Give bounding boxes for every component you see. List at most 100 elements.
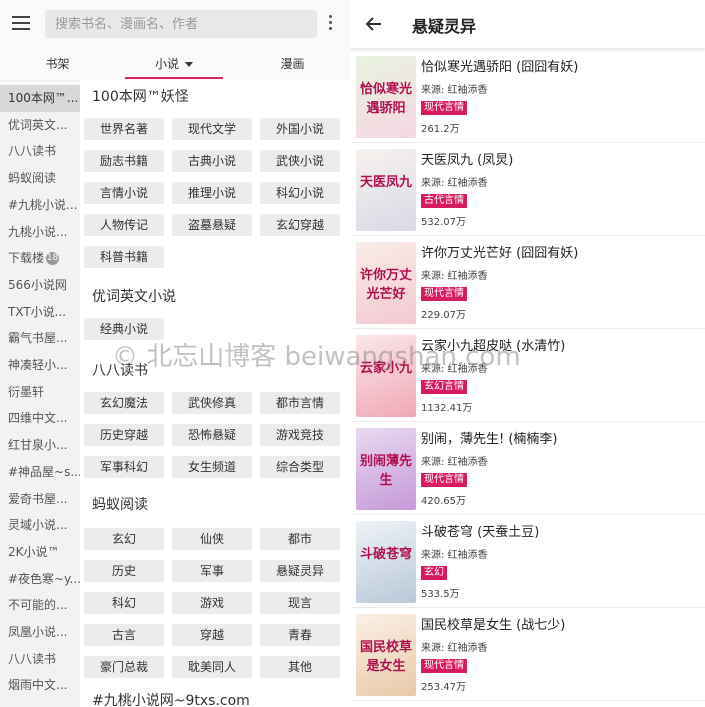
tab-novel[interactable]: 小说 bbox=[125, 48, 223, 80]
category-chip[interactable]: 其他 bbox=[260, 656, 340, 678]
book-item[interactable]: 天医凤九 天医凤九 (凤炅) 来源: 红袖添香 古代言情 532.07万 bbox=[350, 143, 705, 236]
more-vert-icon[interactable] bbox=[326, 15, 334, 33]
source-label: 红甘泉小... bbox=[8, 438, 68, 453]
source-item[interactable]: 霸气书屋... bbox=[0, 325, 80, 352]
book-source: 来源: 红袖添香 bbox=[421, 643, 488, 654]
tab-bookshelf[interactable]: 书架 bbox=[0, 48, 115, 80]
category-chip[interactable]: 古典小说 bbox=[172, 150, 252, 172]
source-label: 566小说网 bbox=[8, 277, 67, 292]
book-cover[interactable]: 恰似寒光遇骄阳 bbox=[356, 56, 416, 138]
genre-tag: 现代言情 bbox=[421, 659, 467, 673]
category-chip[interactable]: 科幻 bbox=[84, 592, 164, 614]
category-chip[interactable]: 玄幻魔法 bbox=[84, 392, 164, 414]
book-cover[interactable]: 天医凤九 bbox=[356, 149, 416, 231]
source-item[interactable]: #神品屋~s... bbox=[0, 459, 80, 486]
book-cover[interactable]: 许你万丈光芒好 bbox=[356, 242, 416, 324]
genre-tag: 现代言情 bbox=[421, 101, 467, 115]
source-item[interactable]: 神凑轻小... bbox=[0, 352, 80, 379]
category-chip[interactable]: 悬疑灵异 bbox=[260, 560, 340, 582]
category-chip[interactable]: 经典小说 bbox=[84, 318, 164, 340]
source-item[interactable]: 八八读书 bbox=[0, 138, 80, 165]
source-item[interactable]: 八八读书 bbox=[0, 646, 80, 673]
source-item[interactable]: 衍墨轩 bbox=[0, 379, 80, 406]
cover-title: 天医凤九 bbox=[359, 175, 412, 190]
category-chip[interactable]: 游戏竞技 bbox=[260, 424, 340, 446]
category-chip[interactable]: 盗墓悬疑 bbox=[172, 214, 252, 236]
source-item[interactable]: 下载楼 18 bbox=[0, 245, 80, 272]
book-title: 许你万丈光芒好 (囧囧有妖) bbox=[421, 246, 579, 261]
category-chip[interactable]: 世界名著 bbox=[84, 118, 164, 140]
source-item[interactable]: #夜色寒~y... bbox=[0, 566, 80, 593]
source-item[interactable]: 蚂蚁阅读 bbox=[0, 165, 80, 192]
book-item[interactable]: 恰似寒光遇骄阳 恰似寒光遇骄阳 (囧囧有妖) 来源: 红袖添香 现代言情 261.2万 bbox=[350, 50, 705, 143]
source-item[interactable]: #九桃小说... bbox=[0, 192, 80, 219]
category-section-title: #九桃小说网~9txs.com bbox=[92, 693, 250, 707]
book-item[interactable]: 斗破苍穹 斗破苍穹 (天蚕土豆) 来源: 红袖添香 玄幻 533.5万 bbox=[350, 515, 705, 608]
category-chip[interactable]: 武侠小说 bbox=[260, 150, 340, 172]
category-section-title: 蚂蚁阅读 bbox=[92, 497, 148, 513]
category-chip[interactable]: 历史 bbox=[84, 560, 164, 582]
category-chip[interactable]: 都市言情 bbox=[260, 392, 340, 414]
source-item[interactable]: 灵域小说... bbox=[0, 512, 80, 539]
source-item[interactable]: TXT小说... bbox=[0, 299, 80, 326]
book-cover[interactable]: 国民校草是女生 bbox=[356, 614, 416, 696]
tab-comic[interactable]: 漫画 bbox=[240, 48, 345, 80]
source-label: 蚂蚁阅读 bbox=[8, 171, 57, 186]
book-item[interactable]: 国民校草是女生 国民校草是女生 (战七少) 来源: 红袖添香 现代言情 253.47万 bbox=[350, 608, 705, 701]
category-chip[interactable]: 游戏 bbox=[172, 592, 252, 614]
book-item[interactable]: 云家小九 云家小九超皮哒 (水清竹) 来源: 红袖添香 玄幻言情 1132.41万 bbox=[350, 329, 705, 422]
search-input[interactable] bbox=[45, 10, 317, 38]
category-chip[interactable]: 科普书籍 bbox=[84, 246, 164, 268]
category-chip[interactable]: 人物传记 bbox=[84, 214, 164, 236]
category-chip[interactable]: 玄幻穿越 bbox=[260, 214, 340, 236]
category-chip[interactable]: 玄幻 bbox=[84, 528, 164, 550]
tab-bar: 书架 小说 漫画 bbox=[0, 48, 350, 80]
category-chip[interactable]: 综合类型 bbox=[260, 456, 340, 478]
category-chip[interactable]: 历史穿越 bbox=[84, 424, 164, 446]
book-item[interactable]: 别闹薄先生 别闹，薄先生! (楠楠李) 来源: 红袖添香 现代言情 420.65万 bbox=[350, 422, 705, 515]
category-chip[interactable]: 青春 bbox=[260, 624, 340, 646]
source-item[interactable]: 四维中文... bbox=[0, 405, 80, 432]
category-chip[interactable]: 军事 bbox=[172, 560, 252, 582]
book-cover[interactable]: 云家小九 bbox=[356, 335, 416, 417]
category-chip[interactable]: 豪门总裁 bbox=[84, 656, 164, 678]
source-label: 灵域小说... bbox=[8, 518, 68, 533]
cover-title: 斗破苍穹 bbox=[359, 547, 412, 562]
source-item[interactable]: 不可能的... bbox=[0, 592, 80, 619]
source-item[interactable]: 凤凰小说... bbox=[0, 619, 80, 646]
source-item[interactable]: 100本网™... bbox=[0, 85, 80, 112]
category-panel: 100本网™妖怪 世界名著 现代文学 外国小说 励志书籍 古典小说 武侠小说 言情小说 推理小说… bbox=[80, 80, 350, 707]
category-chip[interactable]: 女生频道 bbox=[172, 456, 252, 478]
source-item[interactable]: 爱奇书屋... bbox=[0, 486, 80, 513]
source-item[interactable]: 566小说网 bbox=[0, 272, 80, 299]
back-arrow-icon[interactable] bbox=[364, 14, 384, 34]
category-chip[interactable]: 仙侠 bbox=[172, 528, 252, 550]
category-chip[interactable]: 恐怖悬疑 bbox=[172, 424, 252, 446]
word-count: 229.07万 bbox=[421, 310, 466, 321]
book-cover[interactable]: 别闹薄先生 bbox=[356, 428, 416, 510]
category-chip[interactable]: 科幻小说 bbox=[260, 182, 340, 204]
source-item[interactable]: 2K小说™ bbox=[0, 539, 80, 566]
category-chip[interactable]: 穿越 bbox=[172, 624, 252, 646]
book-cover[interactable]: 斗破苍穹 bbox=[356, 521, 416, 603]
source-item[interactable]: 优词英文... bbox=[0, 112, 80, 139]
book-item[interactable]: 许你万丈光芒好 许你万丈光芒好 (囧囧有妖) 来源: 红袖添香 现代言情 229.07万 bbox=[350, 236, 705, 329]
category-chip[interactable]: 军事科幻 bbox=[84, 456, 164, 478]
category-chip[interactable]: 都市 bbox=[260, 528, 340, 550]
source-item[interactable]: 烟雨中文... bbox=[0, 672, 80, 699]
category-chip[interactable]: 励志书籍 bbox=[84, 150, 164, 172]
menu-icon[interactable] bbox=[12, 16, 30, 30]
source-label: #神品屋~s... bbox=[8, 464, 80, 479]
category-chip[interactable]: 现代文学 bbox=[172, 118, 252, 140]
source-item[interactable]: 九桃小说... bbox=[0, 219, 80, 246]
word-count: 261.2万 bbox=[421, 124, 460, 135]
source-item[interactable]: 红甘泉小... bbox=[0, 432, 80, 459]
category-chip[interactable]: 现言 bbox=[260, 592, 340, 614]
category-chip[interactable]: 武侠修真 bbox=[172, 392, 252, 414]
category-chip[interactable]: 言情小说 bbox=[84, 182, 164, 204]
word-count: 1132.41万 bbox=[421, 403, 473, 414]
category-chip[interactable]: 推理小说 bbox=[172, 182, 252, 204]
category-chip[interactable]: 古言 bbox=[84, 624, 164, 646]
category-chip[interactable]: 耽美同人 bbox=[172, 656, 252, 678]
category-chip[interactable]: 外国小说 bbox=[260, 118, 340, 140]
